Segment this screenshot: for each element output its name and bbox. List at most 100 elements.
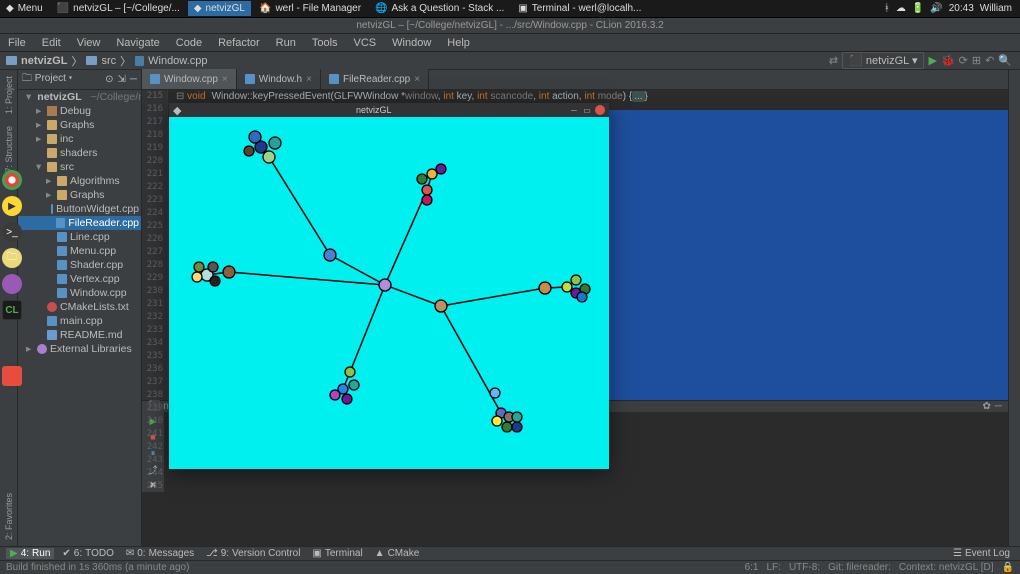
running-app-window[interactable]: ◆ netvizGL ─ ▭ xyxy=(169,103,609,469)
project-tree[interactable]: ▾netvizGL ~/College/netvizGL ▸Debug ▸Gra… xyxy=(18,90,141,356)
network-icon[interactable]: ☁ xyxy=(896,3,906,14)
toolbar-btn[interactable]: ⟳ xyxy=(959,54,968,67)
breadcrumb-root[interactable]: netvizGL xyxy=(6,55,67,67)
tree-file-readme[interactable]: README.md xyxy=(18,328,141,342)
btab-terminal[interactable]: ▣Terminal xyxy=(308,548,366,559)
menu-tools[interactable]: Tools xyxy=(304,35,346,51)
tree-folder-src[interactable]: ▾src xyxy=(18,160,141,174)
menu-file[interactable]: File xyxy=(0,35,34,51)
tab-window-h[interactable]: Window.h× xyxy=(237,69,321,89)
dock-terminal-icon[interactable]: >_ xyxy=(2,222,22,242)
project-gear-icon[interactable]: ⊙ xyxy=(105,74,113,85)
btab-cmake[interactable]: ▲CMake xyxy=(371,548,424,559)
toolbar-search-icon[interactable]: 🔍 xyxy=(998,54,1012,67)
tree-file-cmake[interactable]: CMakeLists.txt xyxy=(18,300,141,314)
close-icon[interactable]: × xyxy=(306,74,312,85)
status-line-sep[interactable]: LF: xyxy=(767,562,781,573)
tree-folder-shaders[interactable]: shaders xyxy=(18,146,141,160)
close-icon[interactable]: × xyxy=(414,74,420,85)
code-editor[interactable]: 215 216 217 218 219 220 221 222 223 224 … xyxy=(142,90,1008,400)
tree-file-buttonwidget[interactable]: ButtonWidget.cpp xyxy=(18,202,141,216)
folder-icon xyxy=(47,162,57,172)
project-combo[interactable]: 🗀 Project ▾ xyxy=(22,71,72,88)
status-caret-pos[interactable]: 6:1 xyxy=(745,562,759,573)
status-context[interactable]: Context: netvizGL [D] xyxy=(899,562,994,573)
tab-window-cpp[interactable]: Window.cpp× xyxy=(142,69,237,89)
tree-folder-graphs-src[interactable]: ▸Graphs xyxy=(18,188,141,202)
tree-file-window[interactable]: Window.cpp xyxy=(18,286,141,300)
dock-clion-icon[interactable]: CL xyxy=(2,300,22,320)
dock-play-icon[interactable]: ▶ xyxy=(2,196,22,216)
maximize-icon[interactable]: ▭ xyxy=(582,105,592,115)
toolbar-settings-icon[interactable]: ⇄ xyxy=(829,54,838,67)
tree-folder-algorithms[interactable]: ▸Algorithms xyxy=(18,174,141,188)
status-encoding[interactable]: UTF-8: xyxy=(789,562,820,573)
tree-folder-inc[interactable]: ▸inc xyxy=(18,132,141,146)
minimize-icon[interactable]: ─ xyxy=(569,105,579,115)
btab-todo[interactable]: ✔6:TODO xyxy=(58,548,117,559)
menu-vcs[interactable]: VCS xyxy=(346,35,385,51)
taskbar-app-filemanager[interactable]: 🏠 werl - File Manager xyxy=(253,1,367,16)
status-git-branch[interactable]: Git: filereader: xyxy=(828,562,891,573)
taskbar-app-clion[interactable]: ⬛ netvizGL – [~/College/... xyxy=(51,1,186,16)
tree-file-menu[interactable]: Menu.cpp xyxy=(18,244,141,258)
app-title: netvizGL xyxy=(181,105,566,115)
breadcrumb-folder[interactable]: src xyxy=(86,55,116,67)
tree-external-libs[interactable]: ▸External Libraries xyxy=(18,342,141,356)
project-hide-icon[interactable]: ─ xyxy=(130,74,137,85)
tree-file-vertex[interactable]: Vertex.cpp xyxy=(18,272,141,286)
toolbar-btn[interactable]: ↶ xyxy=(985,54,994,67)
library-icon xyxy=(37,344,47,354)
bluetooth-icon[interactable]: ᚼ xyxy=(884,3,890,14)
app-icon: ◆ xyxy=(173,104,181,117)
tree-root[interactable]: ▾netvizGL ~/College/netvizGL xyxy=(18,90,141,104)
tool-favorites-tab[interactable]: 2: Favorites xyxy=(2,487,16,546)
debug-button[interactable]: 🐞 xyxy=(941,54,955,67)
menu-view[interactable]: View xyxy=(69,35,109,51)
app-canvas[interactable] xyxy=(169,117,609,469)
app-titlebar[interactable]: ◆ netvizGL ─ ▭ xyxy=(169,103,609,117)
taskbar-user[interactable]: William xyxy=(980,3,1012,14)
battery-icon[interactable]: 🔋 xyxy=(912,3,924,14)
tree-file-shader[interactable]: Shader.cpp xyxy=(18,258,141,272)
tab-filereader-cpp[interactable]: FileReader.cpp× xyxy=(321,69,429,89)
run-button[interactable]: ▶ xyxy=(928,54,936,67)
close-icon[interactable] xyxy=(595,105,605,115)
tree-file-main[interactable]: main.cpp xyxy=(18,314,141,328)
menu-code[interactable]: Code xyxy=(168,35,210,51)
cpp-file-icon xyxy=(135,56,144,66)
taskbar-app-terminal[interactable]: ▣ Terminal - werl@localh... xyxy=(512,1,647,16)
close-icon[interactable]: × xyxy=(222,74,228,85)
run-config-selector[interactable]: ⬛ netvizGL ▾ xyxy=(842,52,924,69)
volume-icon[interactable]: 🔊 xyxy=(930,3,942,14)
cpp-file-icon xyxy=(57,260,67,270)
menu-navigate[interactable]: Navigate xyxy=(108,35,167,51)
menu-refactor[interactable]: Refactor xyxy=(210,35,268,51)
taskbar-app-browser[interactable]: 🌐 Ask a Question - Stack ... xyxy=(369,1,510,16)
tree-file-line[interactable]: Line.cpp xyxy=(18,230,141,244)
tree-file-filereader[interactable]: FileReader.cpp xyxy=(18,216,141,230)
btab-messages[interactable]: ✉0:Messages xyxy=(122,548,198,559)
dock-files-icon[interactable]: 🗀 xyxy=(2,248,22,268)
project-collapse-icon[interactable]: ⇲ xyxy=(118,74,126,85)
tree-folder-graphs[interactable]: ▸Graphs xyxy=(18,118,141,132)
btab-eventlog[interactable]: ☰Event Log xyxy=(949,548,1014,559)
menu-edit[interactable]: Edit xyxy=(34,35,69,51)
breadcrumb-file[interactable]: Window.cpp xyxy=(135,55,207,67)
btab-run[interactable]: ▶4:Run xyxy=(6,548,54,559)
toolbar-btn[interactable]: ⊞ xyxy=(972,54,981,67)
btab-vcs[interactable]: ⎇9:Version Control xyxy=(202,548,304,559)
taskbar-app-netvizgl[interactable]: ◆ netvizGL xyxy=(188,1,251,16)
run-hide-icon[interactable]: ─ xyxy=(995,401,1002,412)
menu-run[interactable]: Run xyxy=(268,35,304,51)
dock-chrome-icon[interactable] xyxy=(2,170,22,190)
tree-folder-debug[interactable]: ▸Debug xyxy=(18,104,141,118)
menu-window[interactable]: Window xyxy=(384,35,439,51)
taskbar-menu[interactable]: ◆ Menu xyxy=(0,1,49,16)
dock-trash-icon[interactable] xyxy=(2,366,22,386)
dock-app-icon[interactable] xyxy=(2,274,22,294)
menu-help[interactable]: Help xyxy=(439,35,478,51)
status-lock-icon[interactable]: 🔒 xyxy=(1002,562,1014,573)
run-settings-icon[interactable]: ✿ xyxy=(983,401,991,412)
tool-project-tab[interactable]: 1: Project xyxy=(2,70,16,120)
